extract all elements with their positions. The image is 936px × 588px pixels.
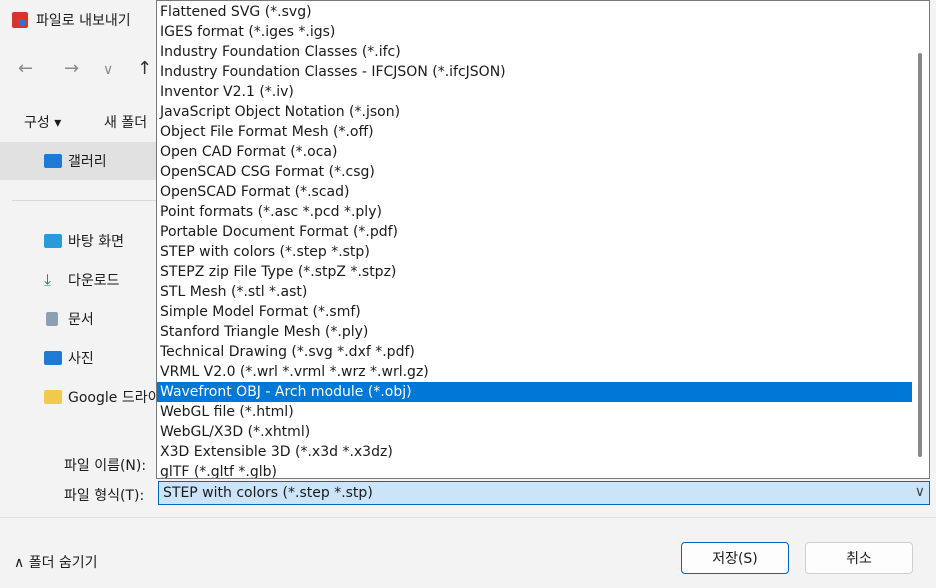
filetype-option[interactable]: X3D Extensible 3D (*.x3d *.x3dz) xyxy=(157,442,912,462)
folder-icon xyxy=(44,390,62,404)
sidebar-item-documents[interactable]: 문서 xyxy=(0,300,158,338)
filetype-label: 파일 형식(T): xyxy=(64,488,145,504)
filetype-option[interactable]: VRML V2.0 (*.wrl *.vrml *.wrz *.wrl.gz) xyxy=(157,362,912,382)
sidebar-item-pictures[interactable]: 사진 xyxy=(0,339,158,377)
filetype-option[interactable]: OpenSCAD Format (*.scad) xyxy=(157,182,912,202)
filetype-option[interactable]: Technical Drawing (*.svg *.dxf *.pdf) xyxy=(157,342,912,362)
filetype-option[interactable]: OpenSCAD CSG Format (*.csg) xyxy=(157,162,912,182)
sidebar-item-google-drive[interactable]: Google 드라이브 xyxy=(0,378,173,416)
cancel-button[interactable]: 취소 xyxy=(805,542,913,574)
sidebar-item-label: 문서 xyxy=(68,312,94,328)
chevron-down-icon: ∨ xyxy=(914,484,925,500)
filetype-option[interactable]: Stanford Triangle Mesh (*.ply) xyxy=(157,322,912,342)
filetype-option[interactable]: Industry Foundation Classes (*.ifc) xyxy=(157,42,912,62)
filetype-option[interactable]: WebGL/X3D (*.xhtml) xyxy=(157,422,912,442)
sidebar-item-desktop[interactable]: 바탕 화면 xyxy=(0,222,158,260)
filename-label: 파일 이름(N): xyxy=(64,458,147,474)
gallery-icon xyxy=(44,154,62,168)
desktop-icon xyxy=(44,234,62,248)
filetype-option[interactable]: Point formats (*.asc *.pcd *.ply) xyxy=(157,202,912,222)
up-arrow-icon[interactable]: ↑ xyxy=(137,58,152,79)
filetype-selected-value: STEP with colors (*.step *.stp) xyxy=(163,485,373,501)
back-arrow-icon[interactable]: ← xyxy=(18,58,33,79)
filetype-select[interactable]: STEP with colors (*.step *.stp) ∨ xyxy=(158,481,930,505)
dropdown-scrollbar[interactable] xyxy=(913,1,927,478)
filetype-option[interactable]: Object File Format Mesh (*.off) xyxy=(157,122,912,142)
recent-locations-chevron-icon[interactable]: ∨ xyxy=(103,62,113,78)
sidebar-item-label: 사진 xyxy=(68,351,94,367)
filetype-option-selected[interactable]: Wavefront OBJ - Arch module (*.obj) xyxy=(157,382,912,402)
filetype-option[interactable]: Inventor V2.1 (*.iv) xyxy=(157,82,912,102)
filetype-option[interactable]: Simple Model Format (*.smf) xyxy=(157,302,912,322)
scrollbar-thumb[interactable] xyxy=(918,53,922,457)
new-folder-button[interactable]: 새 폴더 xyxy=(104,112,147,132)
filetype-option[interactable]: glTF (*.gltf *.glb) xyxy=(157,462,912,478)
filetype-dropdown-list: Flattened SVG (*.svg) IGES format (*.ige… xyxy=(156,0,930,479)
filetype-option[interactable]: STEPZ zip File Type (*.stpZ *.stpz) xyxy=(157,262,912,282)
filetype-option[interactable]: Flattened SVG (*.svg) xyxy=(157,2,912,22)
footer-divider xyxy=(0,517,936,518)
sidebar-item-label: 갤러리 xyxy=(68,154,107,170)
documents-icon xyxy=(46,312,58,326)
filetype-option[interactable]: IGES format (*.iges *.igs) xyxy=(157,22,912,42)
window-title: 파일로 내보내기 xyxy=(36,13,131,29)
filetype-option[interactable]: Open CAD Format (*.oca) xyxy=(157,142,912,162)
sidebar-item-label: 다운로드 xyxy=(68,273,120,289)
pictures-icon xyxy=(44,351,62,365)
filetype-option[interactable]: STL Mesh (*.stl *.ast) xyxy=(157,282,912,302)
app-icon xyxy=(12,12,28,28)
navigation-pane: 갤러리 바탕 화면 ⤓ 다운로드 문서 사진 Google 드라이브 xyxy=(0,140,173,440)
filetype-option[interactable]: Industry Foundation Classes - IFCJSON (*… xyxy=(157,62,912,82)
download-icon: ⤓ xyxy=(44,270,52,289)
sidebar-item-downloads[interactable]: ⤓ 다운로드 xyxy=(0,261,158,299)
forward-arrow-icon[interactable]: → xyxy=(64,58,79,79)
filetype-option[interactable]: WebGL file (*.html) xyxy=(157,402,912,422)
sidebar-item-gallery[interactable]: 갤러리 xyxy=(0,142,158,180)
save-button[interactable]: 저장(S) xyxy=(681,542,789,574)
filetype-option[interactable]: STEP with colors (*.step *.stp) xyxy=(157,242,912,262)
sidebar-item-label: 바탕 화면 xyxy=(68,234,124,250)
filetype-option[interactable]: Portable Document Format (*.pdf) xyxy=(157,222,912,242)
hide-folders-button[interactable]: ∧ 폴더 숨기기 xyxy=(14,552,98,572)
sidebar-divider xyxy=(12,200,158,201)
organize-button[interactable]: 구성 ▾ xyxy=(24,112,61,132)
filetype-option[interactable]: JavaScript Object Notation (*.json) xyxy=(157,102,912,122)
